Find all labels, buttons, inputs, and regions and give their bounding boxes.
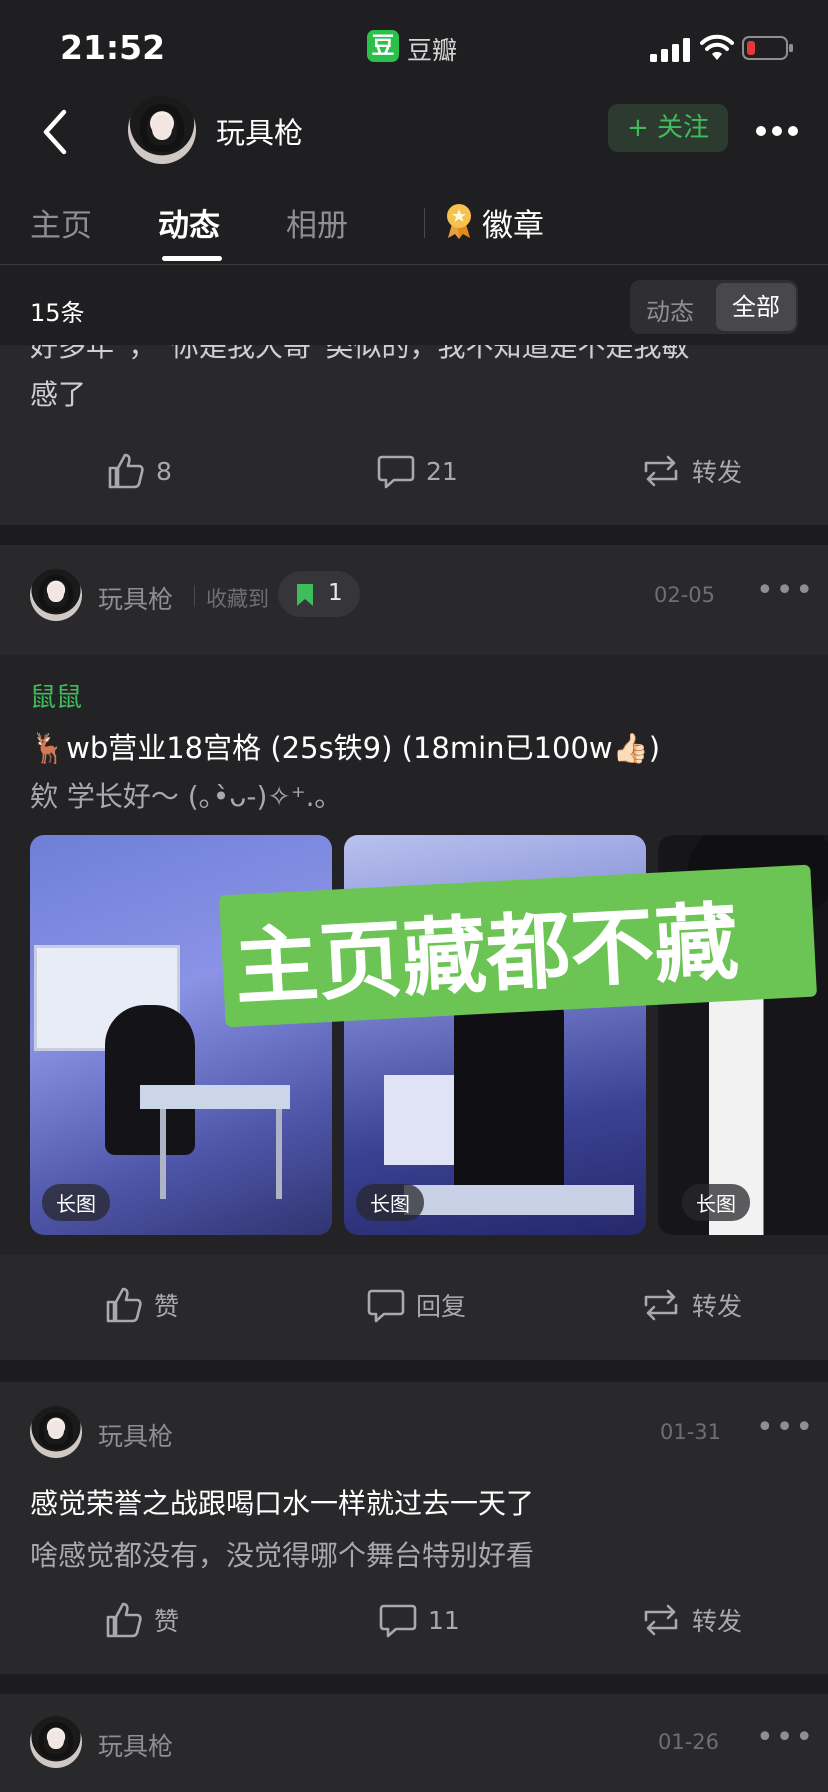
back-arrow-icon[interactable] xyxy=(40,108,70,156)
thumb-up-icon xyxy=(106,1287,142,1323)
repost-label: 转发 xyxy=(692,1607,743,1636)
comment-icon xyxy=(377,455,415,489)
filter-option-activity[interactable]: 动态 xyxy=(646,292,694,327)
post-date: 01-26 xyxy=(658,1730,720,1754)
card-separator xyxy=(0,1360,828,1382)
post-text-partial: 好多年”，“你是我大哥”类似的，我不知道是不是我敏 感了 xyxy=(30,345,690,411)
app-badge: 豆 xyxy=(367,30,399,62)
post-count: 15条 xyxy=(30,299,85,327)
app-name: 豆瓣 xyxy=(407,36,458,65)
reply-label: 回复 xyxy=(416,1292,467,1321)
long-image-tag: 长图 xyxy=(682,1184,750,1221)
more-icon[interactable]: ••• xyxy=(756,1720,815,1755)
filter-segment: 动态 全部 xyxy=(630,280,798,334)
more-icon[interactable]: ••• xyxy=(756,573,815,608)
tab-activity[interactable]: 动态 xyxy=(158,200,220,245)
post-author[interactable]: 玩具枪 xyxy=(98,1727,173,1763)
comment-icon xyxy=(367,1289,405,1323)
comment-count: 21 xyxy=(426,456,458,486)
thumb-up-icon xyxy=(106,1602,142,1638)
battery-low-icon xyxy=(742,36,793,60)
tab-album[interactable]: 相册 xyxy=(286,200,348,245)
post-title: 感觉荣誉之战跟喝口水一样就过去一天了 xyxy=(30,1487,535,1520)
like-button[interactable]: 赞 xyxy=(104,1285,179,1325)
filter-option-all[interactable]: 全部 xyxy=(716,283,796,331)
more-icon[interactable] xyxy=(756,126,800,136)
medal-icon xyxy=(447,204,471,239)
post-date: 02-05 xyxy=(654,583,716,607)
avatar[interactable] xyxy=(128,96,196,164)
collect-count: 1 xyxy=(328,580,343,606)
reply-button[interactable]: 回复 xyxy=(366,1285,466,1325)
post-author[interactable]: 玩具枪 xyxy=(98,1417,173,1453)
card-separator xyxy=(0,1674,828,1694)
status-time: 21:52 xyxy=(60,28,166,67)
group-name[interactable]: 鼠鼠 xyxy=(30,677,82,714)
tab-divider xyxy=(424,208,425,238)
post-body: 欸 学长好～ (｡•̀ᴗ-)✧⁺.｡ xyxy=(30,780,329,813)
avatar[interactable] xyxy=(30,1716,82,1768)
whiteboard xyxy=(384,1075,454,1165)
desk xyxy=(404,1185,634,1215)
post-date: 01-31 xyxy=(660,1420,722,1444)
status-bar: 21:52 豆 豆瓣 xyxy=(0,0,828,90)
repost-label: 转发 xyxy=(692,1292,743,1321)
like-label: 赞 xyxy=(154,1292,180,1321)
tab-badges[interactable]: 徽章 xyxy=(482,200,544,245)
like-label: 赞 xyxy=(154,1607,180,1636)
repost-label: 转发 xyxy=(692,458,743,487)
profile-username: 玩具枪 xyxy=(216,116,304,150)
avatar[interactable] xyxy=(30,569,82,621)
tab-home[interactable]: 主页 xyxy=(30,200,92,245)
follow-button[interactable]: + 关注 xyxy=(608,104,728,152)
profile-header: 玩具枪 + 关注 xyxy=(0,90,828,190)
repost-icon xyxy=(644,455,678,487)
tab-activity-indicator xyxy=(162,256,222,261)
post-author[interactable]: 玩具枪 xyxy=(98,580,173,616)
repost-icon xyxy=(644,1289,678,1321)
card-separator xyxy=(0,525,828,545)
long-image-tag: 长图 xyxy=(356,1184,424,1221)
bookmark-icon xyxy=(297,584,313,606)
long-image-tag: 长图 xyxy=(42,1184,110,1221)
comment-count: 11 xyxy=(428,1605,460,1635)
post-card[interactable]: 好多年”，“你是我大哥”类似的，我不知道是不是我敏 感了 8 21 转发 xyxy=(0,345,828,525)
wifi-icon xyxy=(700,34,734,60)
tab-bar: 主页 动态 相册 徽章 xyxy=(0,190,828,265)
post-title: 🦌wb营业18宫格 (25s铁9) (18min已100w👍🏻) xyxy=(30,731,661,765)
collect-badge[interactable]: 1 xyxy=(278,571,360,617)
thumb-up-icon xyxy=(108,453,144,489)
collected-label: 收藏到 xyxy=(206,587,269,611)
overlay-text: 主页藏都不藏 xyxy=(232,892,741,1017)
person-figure xyxy=(454,985,564,1215)
repost-button[interactable]: 转发 xyxy=(640,1285,742,1325)
more-icon[interactable]: ••• xyxy=(756,1410,815,1445)
post-card[interactable]: 玩具枪 01-26 ••• xyxy=(0,1694,828,1792)
desk-leg xyxy=(160,1109,282,1199)
post-card[interactable]: 玩具枪 01-31 ••• 感觉荣誉之战跟喝口水一样就过去一天了 啥感觉都没有，… xyxy=(0,1382,828,1674)
repost-button[interactable]: 转发 xyxy=(640,1600,742,1640)
avatar[interactable] xyxy=(30,1406,82,1458)
comment-button[interactable]: 11 xyxy=(378,1600,460,1640)
meta-divider xyxy=(194,585,195,607)
repost-button[interactable]: 转发 xyxy=(640,451,742,491)
like-button[interactable]: 8 xyxy=(106,451,172,491)
post-actions: 赞 回复 转发 xyxy=(0,1255,828,1360)
like-count: 8 xyxy=(156,456,172,486)
signal-icon xyxy=(650,38,690,62)
like-button[interactable]: 赞 xyxy=(104,1600,179,1640)
filter-row: 15条 动态 全部 xyxy=(0,265,828,345)
comment-button[interactable]: 21 xyxy=(376,451,458,491)
desk xyxy=(140,1085,290,1109)
post-card[interactable]: 玩具枪 收藏到 1 02-05 ••• xyxy=(0,545,828,655)
repost-icon xyxy=(644,1604,678,1636)
comment-icon xyxy=(379,1604,417,1638)
post-body: 啥感觉都没有，没觉得哪个舞台特别好看 xyxy=(30,1539,535,1572)
